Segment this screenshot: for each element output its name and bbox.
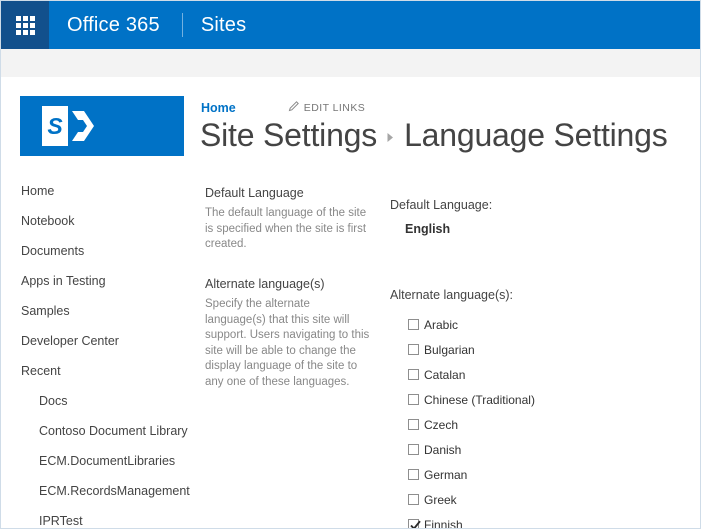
- language-checkbox[interactable]: [408, 494, 419, 505]
- language-option-label: Catalan: [424, 367, 466, 382]
- page-title-parent[interactable]: Site Settings: [200, 117, 377, 154]
- nav-item[interactable]: Recent: [21, 359, 187, 384]
- alternate-languages-heading: Alternate language(s): [205, 277, 325, 291]
- alternate-languages-description: Specify the alternate language(s) that t…: [205, 298, 370, 388]
- language-option-row[interactable]: Czech: [408, 412, 535, 437]
- language-option-label: Finnish: [424, 517, 463, 529]
- language-option-label: German: [424, 467, 468, 482]
- waffle-grid: [15, 15, 35, 35]
- alternate-languages-checkbox-list: Arabic Bulgarian Catalan Chinese (Tradition…: [408, 312, 535, 529]
- breadcrumb-home-link[interactable]: Home: [201, 101, 236, 115]
- nav-item[interactable]: Documents: [21, 239, 187, 264]
- default-language-value: English: [405, 222, 451, 236]
- nav-item[interactable]: Samples: [21, 299, 187, 324]
- language-option-row[interactable]: Danish: [408, 437, 535, 462]
- nav-item[interactable]: ECM.RecordsManagement: [21, 479, 190, 504]
- default-language-description-block: Default Language The default language of…: [205, 185, 370, 253]
- edit-links-label: EDIT LINKS: [303, 102, 366, 114]
- nav-item[interactable]: IPRTest: [21, 509, 189, 528]
- nav-item[interactable]: Developer Center: [21, 329, 187, 354]
- language-option-row[interactable]: Greek: [408, 487, 535, 512]
- sharepoint-page: Office 365 Sites S Home EDIT LINKS Site …: [0, 0, 701, 529]
- language-option-label: Greek: [424, 492, 457, 507]
- pencil-icon: [288, 99, 299, 117]
- language-option-label: Danish: [424, 442, 462, 457]
- logo-letter: S: [42, 106, 68, 146]
- nav-item[interactable]: ECM.DocumentLibraries: [21, 449, 189, 474]
- logo-chevron-icon: [70, 109, 96, 148]
- language-checkbox[interactable]: [408, 394, 419, 405]
- left-navigation: Home Notebook Documents Apps in Testing Samp…: [1, 179, 190, 528]
- chevron-right-icon: [386, 132, 395, 143]
- language-checkbox[interactable]: [408, 519, 421, 528]
- language-option-row[interactable]: Bulgarian: [408, 337, 535, 362]
- language-option-label: Chinese (Traditional): [424, 392, 535, 407]
- alternate-languages-field-label: Alternate language(s):: [390, 288, 513, 302]
- language-option-label: Arabic: [424, 317, 459, 332]
- language-option-row[interactable]: Catalan: [408, 362, 535, 387]
- sharepoint-logo-icon[interactable]: S: [20, 96, 184, 156]
- breadcrumb: Home EDIT LINKS: [201, 99, 365, 117]
- default-language-field-label: Default Language:: [390, 198, 493, 212]
- app-launcher-waffle-icon[interactable]: [1, 1, 49, 49]
- language-option-row[interactable]: Chinese (Traditional): [408, 387, 535, 412]
- sites-app-link[interactable]: Sites: [183, 1, 264, 49]
- language-option-row[interactable]: German: [408, 462, 535, 487]
- language-option-row[interactable]: Finnish: [408, 512, 535, 529]
- page-title: Site Settings Language Settings: [200, 117, 668, 154]
- page-title-current: Language Settings: [404, 117, 668, 153]
- office365-brand-link[interactable]: Office 365: [49, 1, 182, 49]
- nav-item[interactable]: Docs: [21, 389, 189, 414]
- default-language-field-block: Default Language: English: [390, 197, 492, 237]
- language-checkbox[interactable]: [408, 469, 419, 480]
- edit-links-button[interactable]: EDIT LINKS: [288, 99, 366, 117]
- office365-suite-bar: Office 365 Sites: [1, 1, 700, 49]
- language-option-label: Czech: [424, 417, 459, 432]
- language-option-label: Bulgarian: [424, 342, 475, 357]
- default-language-heading: Default Language: [205, 186, 304, 200]
- sub-header-strip: [1, 49, 700, 78]
- nav-item[interactable]: Apps in Testing: [21, 269, 187, 294]
- nav-item[interactable]: Contoso Document Library: [21, 419, 189, 444]
- alternate-languages-field-block: Alternate language(s): Arabic Bulgarian Ca…: [390, 287, 535, 529]
- nav-item[interactable]: Notebook: [21, 209, 187, 234]
- language-checkbox[interactable]: [408, 444, 419, 455]
- language-option-row[interactable]: Arabic: [408, 312, 535, 337]
- language-checkbox[interactable]: [408, 369, 419, 380]
- language-checkbox[interactable]: [408, 344, 419, 355]
- language-checkbox[interactable]: [408, 419, 419, 430]
- alternate-languages-description-block: Alternate language(s) Specify the altern…: [205, 276, 373, 390]
- nav-item[interactable]: Home: [21, 179, 187, 204]
- default-language-description: The default language of the site is spec…: [205, 207, 367, 250]
- language-checkbox[interactable]: [408, 319, 419, 330]
